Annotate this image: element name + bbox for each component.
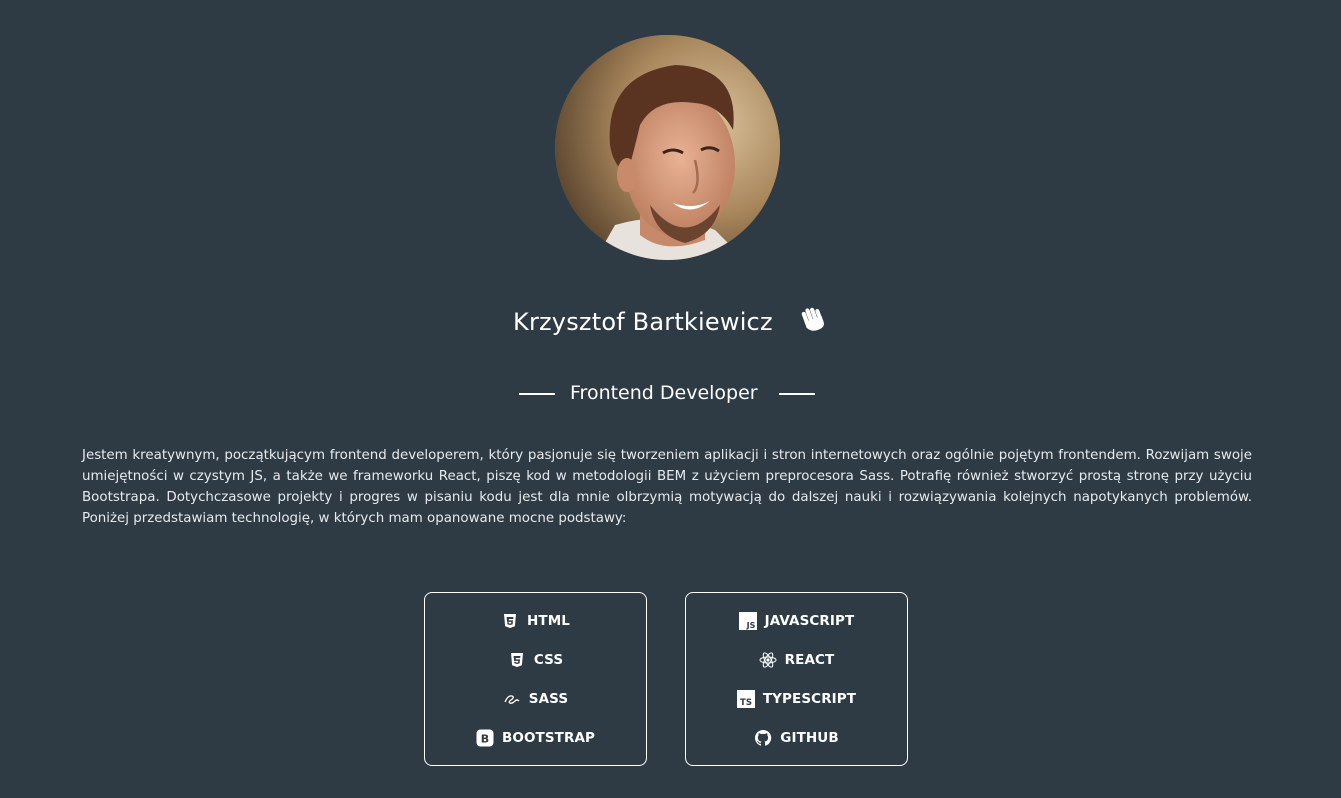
typescript-icon: TS [736,690,755,708]
name-row: Krzysztof Bartkiewicz [0,303,1341,343]
github-icon [754,729,772,747]
skill-label: CSS [533,652,564,668]
skill-sass: SASS [425,687,646,711]
profile-name: Krzysztof Bartkiewicz [513,308,773,336]
skill-github: GITHUB [686,726,907,750]
javascript-icon: JS [738,612,757,630]
skills-box-advanced: JS JAVASCRIPT REACT TS TYPESCRIPT GITHUB [685,592,908,766]
html5-icon [501,612,519,630]
skill-label: HTML [527,613,570,629]
skill-css: CSS [425,648,646,672]
profile-role: Frontend Developer [570,382,758,404]
profile-photo [555,35,780,260]
svg-text:B: B [481,733,489,746]
bootstrap-icon: B [476,729,494,747]
svg-text:JS: JS [745,621,755,630]
skill-label: JAVASCRIPT [764,613,855,629]
skill-react: REACT [686,648,907,672]
skill-label: GITHUB [780,730,839,746]
skill-bootstrap: B BOOTSTRAP [425,726,646,750]
skills-box-core: HTML CSS SASS B BOOTSTRAP [424,592,647,766]
profile-photo-illustration [555,35,780,260]
skill-label: SASS [528,691,569,707]
svg-text:TS: TS [740,698,752,708]
role-row: Frontend Developer [0,380,1341,410]
skill-javascript: JS JAVASCRIPT [686,609,907,633]
skill-typescript: TS TYPESCRIPT [686,687,907,711]
sass-icon [503,690,521,708]
profile-bio: Jestem kreatywnym, początkującym fronten… [82,448,1252,526]
role-divider-left [519,393,555,395]
react-icon [759,651,777,669]
skill-label: TYPESCRIPT [762,691,857,707]
css3-icon [508,651,526,669]
skill-label: REACT [784,652,835,668]
skill-label: BOOTSTRAP [501,730,596,746]
waving-hand-icon [797,303,829,335]
role-divider-right [779,393,815,395]
skill-html: HTML [425,609,646,633]
